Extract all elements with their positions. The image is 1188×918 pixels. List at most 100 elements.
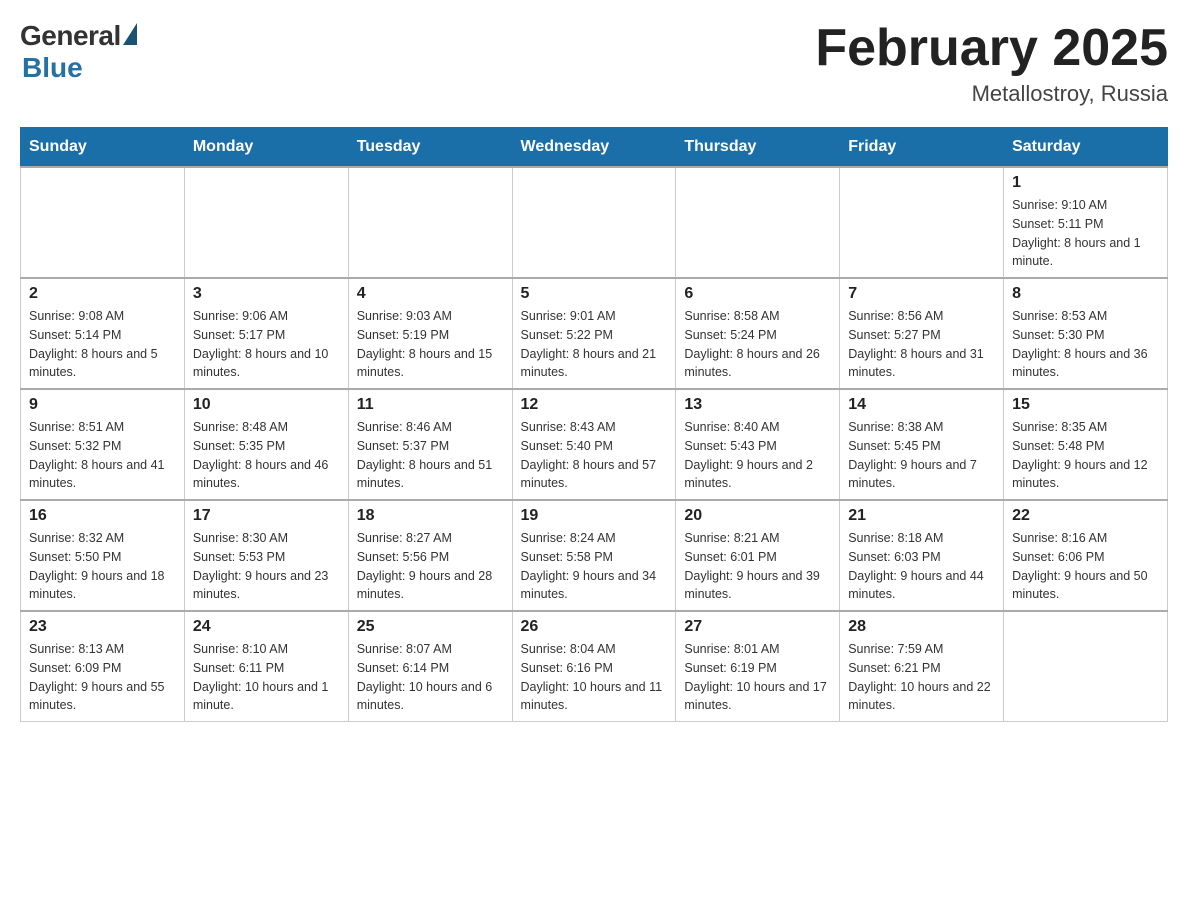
day-number: 13 [684,396,831,414]
calendar-day-cell: 14 Sunrise: 8:38 AMSunset: 5:45 PMDayligh… [840,389,1004,500]
day-number: 12 [521,396,668,414]
calendar-day-cell [21,167,185,278]
calendar-day-cell: 24 Sunrise: 8:10 AMSunset: 6:11 PMDayligh… [184,611,348,722]
day-number: 22 [1012,507,1159,525]
calendar-week-row: 9 Sunrise: 8:51 AMSunset: 5:32 PMDaylight… [21,389,1168,500]
day-info: Sunrise: 9:08 AMSunset: 5:14 PMDaylight:… [29,307,176,382]
day-info: Sunrise: 8:01 AMSunset: 6:19 PMDaylight:… [684,640,831,715]
calendar-day-cell [676,167,840,278]
day-info: Sunrise: 8:10 AMSunset: 6:11 PMDaylight:… [193,640,340,715]
calendar-day-cell: 8Sunrise: 8:53 AMSunset: 5:30 PMDaylight… [1004,278,1168,389]
day-info: Sunrise: 8:32 AMSunset: 5:50 PMDaylight:… [29,529,176,604]
calendar-day-cell: 5Sunrise: 9:01 AMSunset: 5:22 PMDaylight… [512,278,676,389]
calendar-day-cell: 3 Sunrise: 9:06 AMSunset: 5:17 PMDaylight… [184,278,348,389]
day-info: Sunrise: 8:35 AMSunset: 5:48 PMDaylight:… [1012,418,1159,493]
day-info: Sunrise: 8:38 AMSunset: 5:45 PMDaylight:… [848,418,995,493]
calendar-week-row: 16Sunrise: 8:32 AMSunset: 5:50 PMDayligh… [21,500,1168,611]
day-number: 23 [29,618,176,636]
logo-general-text: General [20,20,121,52]
calendar-week-row: 2 Sunrise: 9:08 AMSunset: 5:14 PMDaylight… [21,278,1168,389]
day-info: Sunrise: 8:40 AMSunset: 5:43 PMDaylight:… [684,418,831,493]
day-info: Sunrise: 8:04 AMSunset: 6:16 PMDaylight:… [521,640,668,715]
calendar-day-cell: 10 Sunrise: 8:48 AMSunset: 5:35 PMDayligh… [184,389,348,500]
day-info: Sunrise: 8:56 AMSunset: 5:27 PMDaylight:… [848,307,995,382]
calendar-day-cell: 20Sunrise: 8:21 AMSunset: 6:01 PMDayligh… [676,500,840,611]
calendar-day-header: Thursday [676,128,840,168]
calendar-day-cell: 25 Sunrise: 8:07 AMSunset: 6:14 PMDayligh… [348,611,512,722]
calendar-day-cell: 17Sunrise: 8:30 AMSunset: 5:53 PMDayligh… [184,500,348,611]
calendar-week-row: 1 Sunrise: 9:10 AMSunset: 5:11 PMDaylight… [21,167,1168,278]
day-number: 3 [193,285,340,303]
day-number: 5 [521,285,668,303]
day-number: 21 [848,507,995,525]
calendar-header-row: SundayMondayTuesdayWednesdayThursdayFrid… [21,128,1168,168]
calendar-day-cell: 1 Sunrise: 9:10 AMSunset: 5:11 PMDaylight… [1004,167,1168,278]
day-number: 14 [848,396,995,414]
day-info: Sunrise: 9:10 AMSunset: 5:11 PMDaylight:… [1012,196,1159,271]
logo-triangle-icon [123,23,137,45]
day-info: Sunrise: 8:16 AMSunset: 6:06 PMDaylight:… [1012,529,1159,604]
calendar-day-cell [184,167,348,278]
calendar-day-cell [512,167,676,278]
day-number: 19 [521,507,668,525]
calendar-day-cell: 13 Sunrise: 8:40 AMSunset: 5:43 PMDayligh… [676,389,840,500]
day-info: Sunrise: 8:07 AMSunset: 6:14 PMDaylight:… [357,640,504,715]
calendar-day-cell: 26Sunrise: 8:04 AMSunset: 6:16 PMDayligh… [512,611,676,722]
day-number: 2 [29,285,176,303]
day-number: 20 [684,507,831,525]
calendar-day-cell: 21 Sunrise: 8:18 AMSunset: 6:03 PMDayligh… [840,500,1004,611]
day-info: Sunrise: 8:51 AMSunset: 5:32 PMDaylight:… [29,418,176,493]
calendar-table: SundayMondayTuesdayWednesdayThursdayFrid… [20,127,1168,722]
day-info: Sunrise: 8:43 AMSunset: 5:40 PMDaylight:… [521,418,668,493]
calendar-day-cell: 28 Sunrise: 7:59 AMSunset: 6:21 PMDayligh… [840,611,1004,722]
calendar-day-header: Monday [184,128,348,168]
day-number: 18 [357,507,504,525]
calendar-day-cell: 11 Sunrise: 8:46 AMSunset: 5:37 PMDayligh… [348,389,512,500]
calendar-day-header: Wednesday [512,128,676,168]
calendar-day-header: Sunday [21,128,185,168]
calendar-body: 1 Sunrise: 9:10 AMSunset: 5:11 PMDaylight… [21,167,1168,722]
calendar-day-cell: 4Sunrise: 9:03 AMSunset: 5:19 PMDaylight… [348,278,512,389]
day-info: Sunrise: 9:06 AMSunset: 5:17 PMDaylight:… [193,307,340,382]
day-info: Sunrise: 8:46 AMSunset: 5:37 PMDaylight:… [357,418,504,493]
calendar-day-cell: 22 Sunrise: 8:16 AMSunset: 6:06 PMDayligh… [1004,500,1168,611]
day-info: Sunrise: 8:27 AMSunset: 5:56 PMDaylight:… [357,529,504,604]
day-number: 1 [1012,174,1159,192]
logo-blue-text: Blue [22,52,83,84]
day-number: 6 [684,285,831,303]
calendar-header: SundayMondayTuesdayWednesdayThursdayFrid… [21,128,1168,168]
calendar-day-header: Tuesday [348,128,512,168]
day-number: 27 [684,618,831,636]
calendar-day-cell: 15Sunrise: 8:35 AMSunset: 5:48 PMDayligh… [1004,389,1168,500]
calendar-day-cell: 23 Sunrise: 8:13 AMSunset: 6:09 PMDayligh… [21,611,185,722]
day-number: 25 [357,618,504,636]
calendar-day-cell: 9 Sunrise: 8:51 AMSunset: 5:32 PMDaylight… [21,389,185,500]
calendar-day-cell: 16Sunrise: 8:32 AMSunset: 5:50 PMDayligh… [21,500,185,611]
day-info: Sunrise: 8:24 AMSunset: 5:58 PMDaylight:… [521,529,668,604]
calendar-day-cell: 2 Sunrise: 9:08 AMSunset: 5:14 PMDaylight… [21,278,185,389]
day-info: Sunrise: 7:59 AMSunset: 6:21 PMDaylight:… [848,640,995,715]
day-info: Sunrise: 8:48 AMSunset: 5:35 PMDaylight:… [193,418,340,493]
calendar-day-cell: 19 Sunrise: 8:24 AMSunset: 5:58 PMDayligh… [512,500,676,611]
day-info: Sunrise: 8:18 AMSunset: 6:03 PMDaylight:… [848,529,995,604]
month-title: February 2025 [815,20,1168,77]
day-info: Sunrise: 8:13 AMSunset: 6:09 PMDaylight:… [29,640,176,715]
location-subtitle: Metallostroy, Russia [815,81,1168,107]
day-info: Sunrise: 8:30 AMSunset: 5:53 PMDaylight:… [193,529,340,604]
day-number: 10 [193,396,340,414]
title-block: February 2025 Metallostroy, Russia [815,20,1168,107]
calendar-week-row: 23 Sunrise: 8:13 AMSunset: 6:09 PMDayligh… [21,611,1168,722]
calendar-day-cell [1004,611,1168,722]
day-number: 11 [357,396,504,414]
day-number: 7 [848,285,995,303]
calendar-day-cell [840,167,1004,278]
calendar-day-header: Friday [840,128,1004,168]
day-number: 8 [1012,285,1159,303]
calendar-day-cell [348,167,512,278]
logo: General Blue [20,20,137,84]
day-number: 28 [848,618,995,636]
calendar-day-cell: 18 Sunrise: 8:27 AMSunset: 5:56 PMDayligh… [348,500,512,611]
day-number: 24 [193,618,340,636]
day-number: 9 [29,396,176,414]
calendar-day-header: Saturday [1004,128,1168,168]
